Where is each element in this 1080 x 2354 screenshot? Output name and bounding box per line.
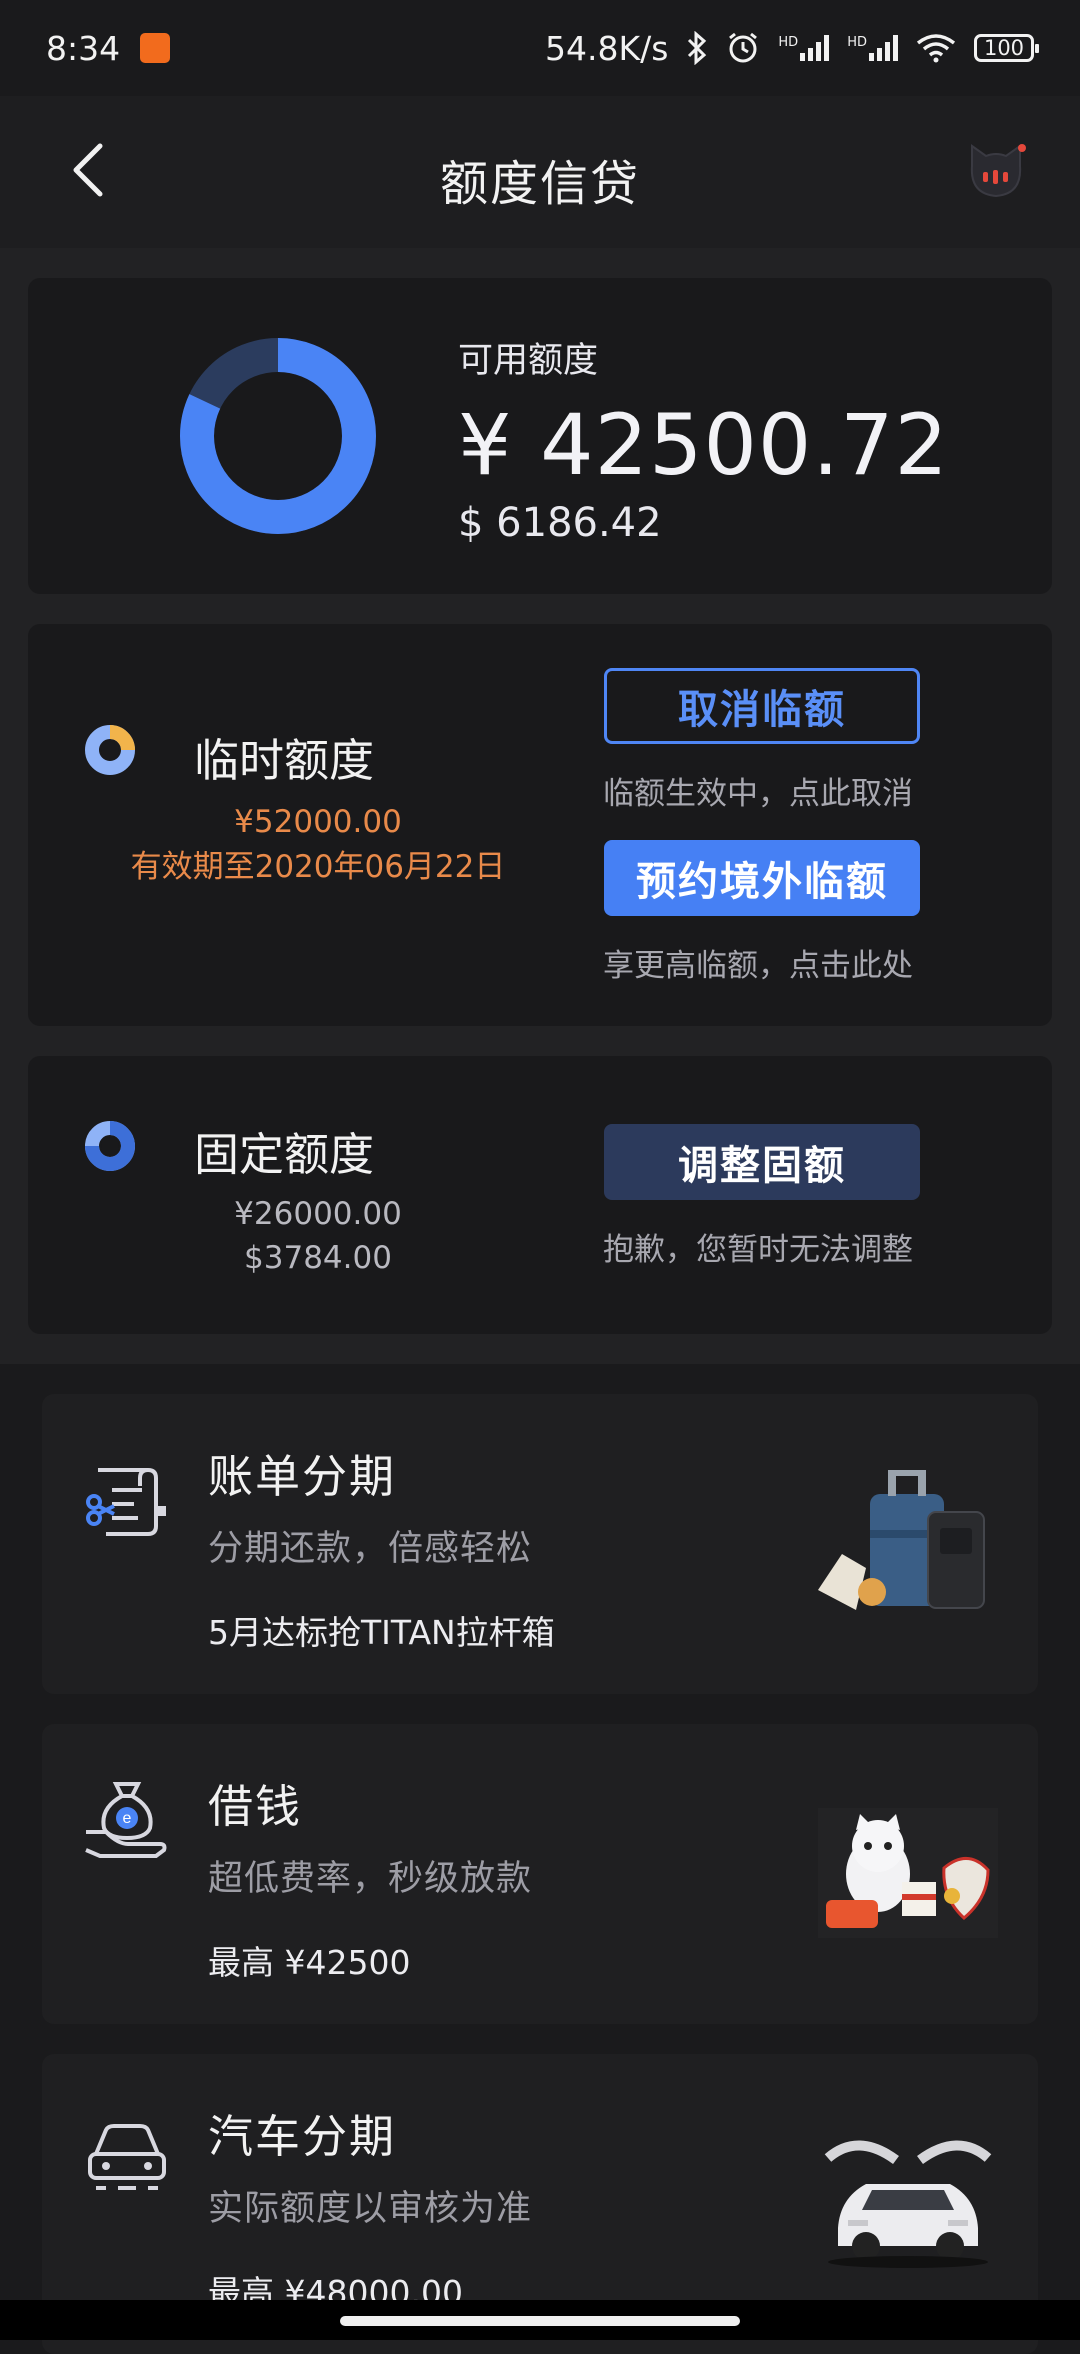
app-notification-icon — [140, 33, 171, 63]
available-limit-cny: ¥ 42500.72 — [458, 396, 949, 494]
luggage-promo-image — [818, 1470, 985, 1610]
page-title: 额度信贷 — [439, 156, 640, 212]
hd-label: HD — [778, 35, 799, 50]
fixed-limit-pie-icon — [85, 1121, 135, 1171]
available-limit-usd: $ 6186.42 — [458, 500, 662, 546]
temporary-limit-card: 临时额度 ¥52000.00 有效期至2020年06月22日 取消临额 临额生效… — [28, 624, 1052, 1026]
book-overseas-limit-button[interactable]: 预约境外临额 — [604, 840, 920, 916]
cat-assistant-icon — [970, 144, 1026, 198]
status-time: 8:34 — [46, 28, 121, 68]
signal-1-icon: HD — [778, 35, 830, 61]
bill-installment-card[interactable]: 账单分期 分期还款，倍感轻松 5月达标抢TITAN拉杆箱 — [42, 1394, 1038, 1694]
bill-installment-title: 账单分期 — [208, 1450, 397, 1503]
temporary-limit-pie-icon — [85, 725, 135, 775]
available-limit-card: 可用额度 ¥ 42500.72 $ 6186.42 — [28, 278, 1052, 594]
bill-installment-subtitle: 分期还款，倍感轻松 — [208, 1529, 533, 1569]
assistant-button[interactable] — [964, 140, 1028, 204]
adjust-fixed-limit-hint: 抱歉，您暂时无法调整 — [603, 1232, 913, 1268]
borrow-money-subtitle: 超低费率，秒级放款 — [208, 1859, 533, 1899]
temporary-limit-amount: ¥52000.00 — [234, 804, 402, 840]
car-promo-image — [824, 2140, 992, 2268]
fixed-limit-usd: $3784.00 — [244, 1240, 392, 1276]
car-icon — [88, 2124, 166, 2190]
cancel-temp-limit-hint: 临额生效中，点此取消 — [603, 776, 913, 812]
adjust-fixed-limit-button[interactable]: 调整固额 — [604, 1124, 920, 1200]
bill-installment-icon — [86, 1468, 166, 1536]
bill-installment-promo: 5月达标抢TITAN拉杆箱 — [208, 1613, 555, 1652]
alarm-icon — [729, 32, 758, 63]
borrow-money-promo: 最高 ¥42500 — [208, 1943, 411, 1982]
available-limit-donut-chart — [180, 338, 376, 534]
available-limit-label: 可用额度 — [458, 341, 599, 381]
battery-level: 100 — [983, 36, 1025, 60]
fixed-limit-title: 固定额度 — [194, 1128, 375, 1181]
status-bar: 8:34 54.8K/s HD HD 100 — [0, 0, 1080, 96]
temporary-limit-title: 临时额度 — [194, 734, 375, 787]
borrow-money-title: 借钱 — [208, 1780, 303, 1833]
money-bag-hand-icon: e — [85, 1782, 167, 1858]
home-gesture-handle[interactable] — [340, 2316, 740, 2326]
cancel-temp-limit-button[interactable]: 取消临额 — [604, 668, 920, 744]
lucky-cat-promo-image — [818, 1808, 998, 1938]
network-speed: 54.8K/s — [544, 28, 669, 68]
fixed-limit-card: 固定额度 ¥26000.00 $3784.00 调整固额 抱歉，您暂时无法调整 — [28, 1056, 1052, 1334]
car-installment-subtitle: 实际额度以审核为准 — [208, 2189, 533, 2229]
bluetooth-icon — [688, 31, 707, 65]
fixed-limit-cny: ¥26000.00 — [234, 1196, 402, 1232]
book-overseas-limit-hint: 享更高临额，点击此处 — [603, 948, 913, 984]
battery-icon: 100 — [974, 34, 1039, 62]
app-header: 额度信贷 — [0, 96, 1080, 248]
wifi-icon — [916, 34, 956, 63]
temporary-limit-validity: 有效期至2020年06月22日 — [130, 849, 506, 885]
car-installment-title: 汽车分期 — [208, 2110, 397, 2163]
borrow-money-card[interactable]: e 借钱 超低费率，秒级放款 最高 ¥42500 — [42, 1724, 1038, 2024]
svg-text:e: e — [123, 1810, 132, 1827]
hd-label: HD — [847, 35, 867, 50]
signal-2-icon: HD — [847, 35, 898, 61]
system-navigation-bar — [0, 2300, 1080, 2340]
